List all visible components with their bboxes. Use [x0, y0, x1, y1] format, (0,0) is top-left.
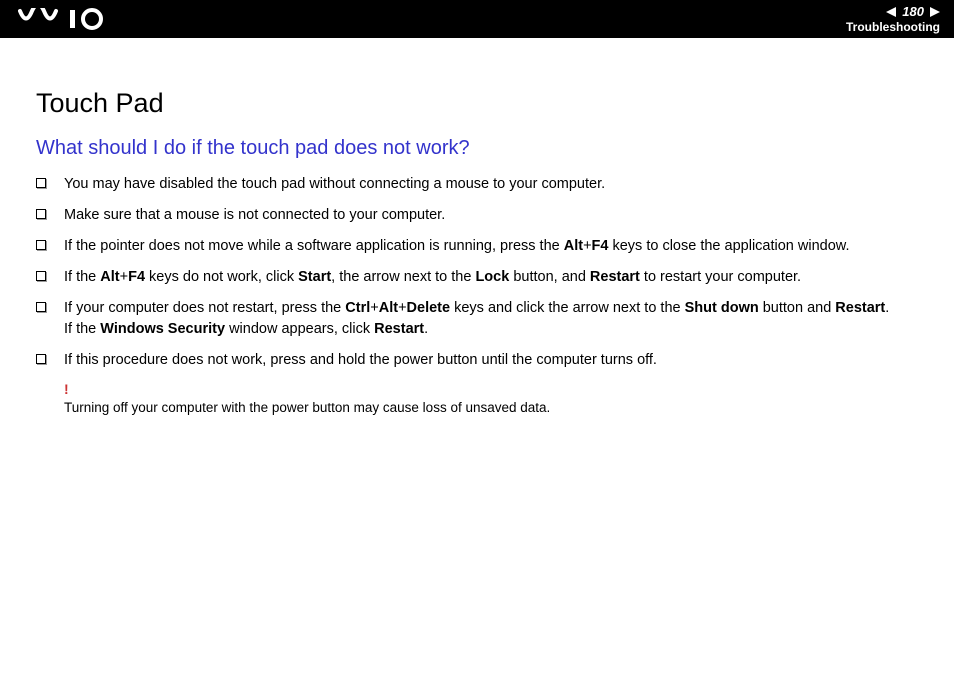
- bullet-text: If this procedure does not work, press a…: [64, 350, 918, 371]
- bullet-icon: [36, 178, 46, 188]
- warning-text: Turning off your computer with the power…: [64, 400, 550, 415]
- question-heading: What should I do if the touch pad does n…: [36, 137, 918, 160]
- next-page-icon[interactable]: [930, 7, 940, 17]
- prev-page-icon[interactable]: [886, 7, 896, 17]
- bullet-list: You may have disabled the touch pad with…: [36, 174, 918, 371]
- content-area: Touch Pad What should I do if the touch …: [0, 38, 954, 417]
- bullet-icon: [36, 240, 46, 250]
- bullet-icon: [36, 302, 46, 312]
- list-item: If the pointer does not move while a sof…: [36, 236, 918, 257]
- page-title: Touch Pad: [36, 88, 918, 119]
- section-label: Troubleshooting: [846, 20, 940, 34]
- list-item: If your computer does not restart, press…: [36, 298, 918, 340]
- bullet-text: You may have disabled the touch pad with…: [64, 174, 918, 195]
- bullet-text: If the Alt+F4 keys do not work, click St…: [64, 267, 918, 288]
- list-item: If this procedure does not work, press a…: [36, 350, 918, 371]
- bullet-icon: [36, 271, 46, 281]
- bullet-icon: [36, 354, 46, 364]
- vaio-logo: [18, 7, 128, 31]
- list-item: You may have disabled the touch pad with…: [36, 174, 918, 195]
- header-bar: 180 Troubleshooting: [0, 0, 954, 38]
- bullet-text: Make sure that a mouse is not connected …: [64, 205, 918, 226]
- page-number: 180: [900, 4, 926, 19]
- list-item: If the Alt+F4 keys do not work, click St…: [36, 267, 918, 288]
- header-nav: 180 Troubleshooting: [846, 4, 940, 34]
- warning-icon: !: [64, 381, 918, 397]
- warning-block: ! Turning off your computer with the pow…: [64, 381, 918, 417]
- bullet-icon: [36, 209, 46, 219]
- list-item: Make sure that a mouse is not connected …: [36, 205, 918, 226]
- bullet-text: If your computer does not restart, press…: [64, 298, 918, 340]
- bullet-text: If the pointer does not move while a sof…: [64, 236, 918, 257]
